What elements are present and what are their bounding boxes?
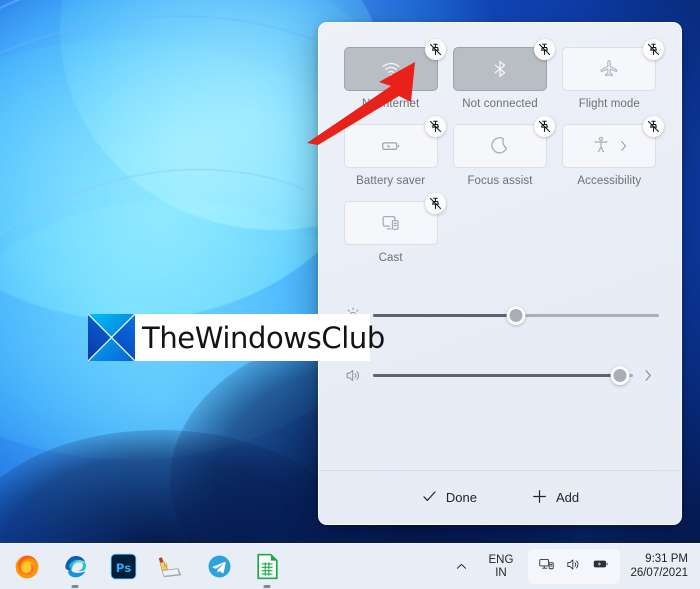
battery-charging-icon[interactable] [592,555,610,578]
clock-area[interactable]: 9:31 PM 26/07/2021 [630,553,692,579]
unpin-badge-accessibility[interactable] [643,116,665,137]
tile-label-battery-saver: Battery saver [356,175,426,187]
unpin-badge-bluetooth[interactable] [533,39,555,60]
desktop-screen: No internet Not connected Flight mode Ba… [0,0,700,589]
battery-saver-icon [380,135,402,157]
wifi-icon [380,58,402,80]
clock-time: 9:31 PM [645,553,688,566]
tile-label-wifi: No internet [361,98,420,110]
tiles-grid-empty-slot [450,201,549,264]
add-button-label: Add [555,490,580,505]
volume-icon [341,366,365,385]
volume-more-button[interactable] [637,368,659,383]
language-line-2: IN [495,566,507,579]
tile-label-flight-mode: Flight mode [578,98,640,110]
done-button-label: Done [445,490,477,505]
taskbar-app-calc[interactable] [250,550,284,588]
svg-text:Ps: Ps [115,561,130,575]
add-button[interactable]: Add [519,482,591,514]
app-running-indicator [71,584,79,588]
volume-slider-thumb[interactable] [610,365,630,385]
network-icon[interactable] [538,556,555,578]
tiles-grid-empty-slot [560,201,659,264]
thewindowsclub-watermark: TheWindowsClub [88,314,385,361]
quick-settings-tiles-grid: No internet Not connected Flight mode Ba… [319,23,681,270]
tile-button-focus-assist[interactable] [452,116,555,168]
tile-cell-focus-assist: Focus assist [450,116,555,187]
tile-button-accessibility[interactable] [562,116,665,168]
tile-button-cast[interactable] [343,193,446,245]
quick-settings-footer: Done Add [319,470,681,524]
volume-slider[interactable] [373,364,633,386]
taskbar-app-telegram[interactable] [202,550,236,584]
clock-date: 26/07/2021 [630,566,688,579]
tile-cell-wifi: No internet [341,39,446,110]
tile-cell-bluetooth: Not connected [450,39,555,110]
tile-button-bluetooth[interactable] [452,39,555,91]
unpin-badge-battery-saver[interactable] [424,116,446,137]
tile-cell-battery-saver: Battery saver [341,116,446,187]
tile-label-bluetooth: Not connected [462,98,538,110]
unpin-badge-flight-mode[interactable] [643,39,665,60]
tile-button-wifi[interactable] [343,39,446,91]
volume-icon[interactable] [565,556,582,578]
chevron-right-icon [619,139,628,153]
tile-label-cast: Cast [378,252,403,264]
brightness-slider-thumb[interactable] [506,305,526,325]
tile-cell-flight-mode: Flight mode [560,39,665,110]
brightness-slider[interactable] [373,304,659,326]
language-line-1: ENG [488,554,514,567]
tile-label-focus-assist: Focus assist [467,175,533,187]
taskbar-system-area: ENG IN 9:31 PM 26/07/2021 [450,549,700,584]
thewindowsclub-watermark-text: TheWindowsClub [142,320,385,355]
twc-x-logo [88,314,135,361]
accessibility-icon [591,135,613,157]
edge-icon [64,556,86,578]
ccleaner-icon [158,556,182,577]
tile-cell-accessibility: Accessibility [560,116,665,187]
system-tray[interactable] [528,549,621,584]
tile-cell-cast: Cast [341,193,446,264]
taskbar: Ps ENG IN 9:31 PM 26/07/2021 [0,543,700,589]
calc-icon [256,553,278,580]
unpin-badge-cast[interactable] [424,193,446,214]
taskbar-app-ccleaner[interactable] [154,550,188,584]
checkmark-icon [421,488,438,508]
app-running-indicator [263,584,271,588]
airplane-icon [598,58,620,80]
tile-button-flight-mode[interactable] [562,39,665,91]
unpin-badge-wifi[interactable] [424,39,446,60]
bluetooth-icon [489,58,511,80]
photoshop-icon: Ps [110,553,136,580]
unpin-badge-focus-assist[interactable] [533,116,555,137]
brightness-slider-fill [373,313,516,317]
telegram-icon [208,555,230,578]
taskbar-app-photoshop[interactable]: Ps [106,550,140,584]
tile-button-battery-saver[interactable] [343,116,446,168]
plus-icon [531,488,548,508]
brightness-slider-row [341,296,659,334]
taskbar-app-edge[interactable] [58,550,92,588]
volume-slider-fill [373,373,620,377]
taskbar-app-list: Ps [0,550,284,588]
moon-icon [489,135,511,157]
firefox-icon [15,555,39,578]
language-indicator[interactable]: ENG IN [484,554,519,578]
chevron-up-icon[interactable] [450,552,474,582]
volume-slider-row [341,356,659,394]
quick-settings-panel: No internet Not connected Flight mode Ba… [318,22,682,525]
done-button[interactable]: Done [409,482,489,514]
cast-icon [380,212,402,234]
tile-label-accessibility: Accessibility [577,175,642,187]
taskbar-app-firefox[interactable] [10,550,44,584]
